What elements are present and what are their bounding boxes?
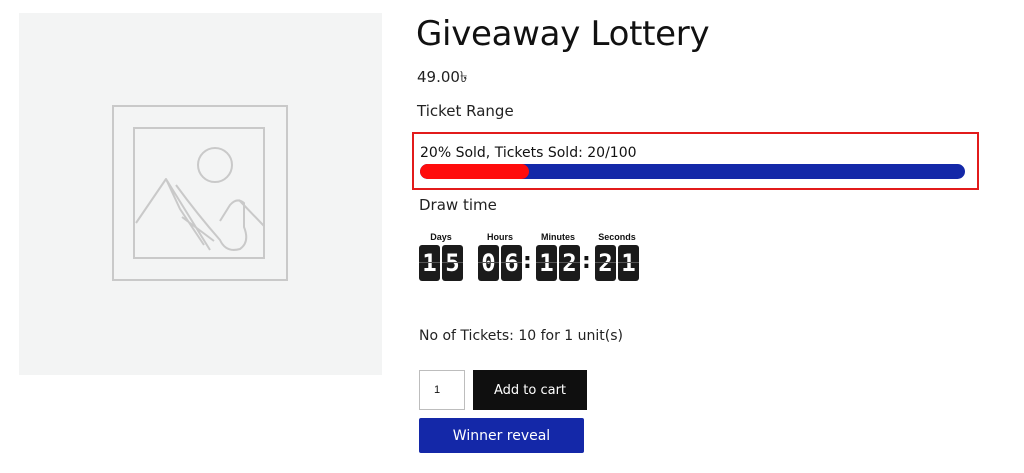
tickets-sold-progress: 20% Sold, Tickets Sold: 20/100: [412, 132, 979, 190]
countdown-seconds-label: Seconds: [598, 232, 636, 242]
product-image-placeholder: [19, 13, 382, 375]
tickets-sold-text: 20% Sold, Tickets Sold: 20/100: [420, 145, 637, 161]
countdown-digit: 2: [595, 245, 616, 281]
countdown-digit: 2: [559, 245, 580, 281]
product-title: Giveaway Lottery: [416, 14, 710, 54]
countdown-digit: 1: [536, 245, 557, 281]
ticket-range-label: Ticket Range: [417, 102, 514, 120]
countdown-minutes-label: Minutes: [540, 232, 575, 242]
countdown-separator: :: [523, 249, 532, 274]
countdown-digit: 1: [419, 245, 440, 281]
progress-fill: [420, 164, 529, 179]
product-price: 49.00৳: [417, 68, 468, 86]
quantity-input[interactable]: [419, 370, 465, 410]
countdown-hours-label: Hours: [486, 232, 513, 242]
countdown-digit: 0: [478, 245, 499, 281]
progress-track: [420, 164, 965, 179]
countdown-separator: :: [582, 249, 591, 274]
countdown-digit: 6: [501, 245, 522, 281]
tickets-per-unit-info: No of Tickets: 10 for 1 unit(s): [419, 328, 623, 344]
draw-time-label: Draw time: [419, 196, 497, 214]
image-placeholder-icon: [112, 105, 288, 281]
countdown-digit: 1: [618, 245, 639, 281]
winner-reveal-button[interactable]: Winner reveal: [419, 418, 584, 453]
countdown-days-label: Days: [430, 232, 452, 242]
countdown-digit: 5: [442, 245, 463, 281]
add-to-cart-button[interactable]: Add to cart: [473, 370, 587, 410]
